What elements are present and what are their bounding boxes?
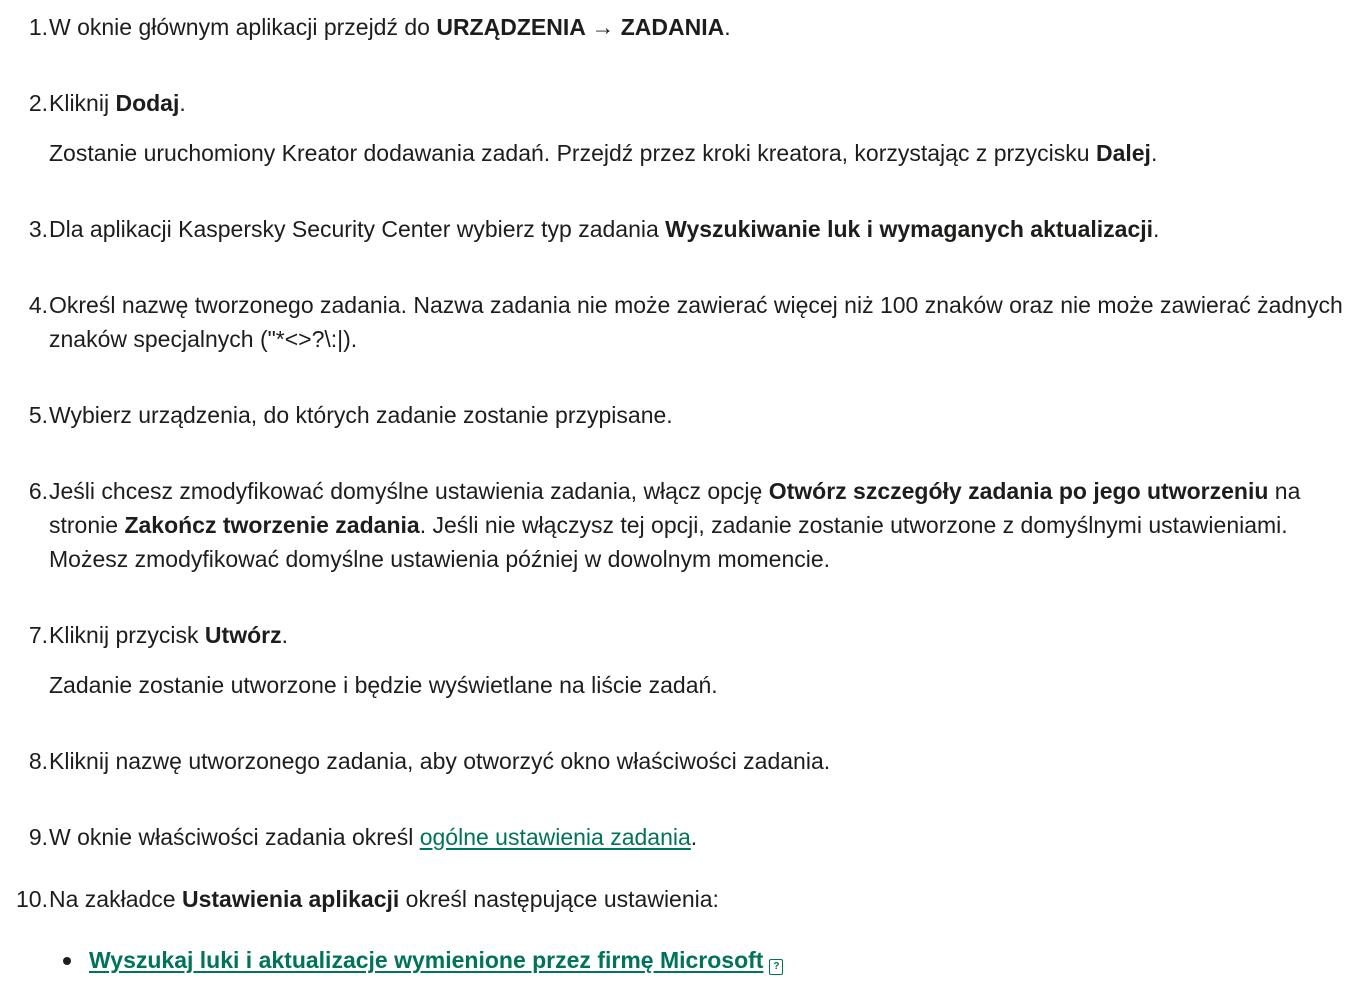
step-note: Zostanie uruchomiony Kreator dodawania z…: [49, 140, 1158, 166]
step-note: Zadanie zostanie utworzone i będzie wyśw…: [49, 672, 718, 698]
document-page: 1. W oknie głównym aplikacji przejdź do …: [0, 0, 1367, 987]
step-4: 4. Określ nazwę tworzonego zadania. Nazw…: [29, 288, 1361, 356]
step-text: W oknie właściwości zadania określ ogóln…: [49, 824, 698, 850]
ui-term: Utwórz: [204, 622, 282, 648]
step-9: 9. W oknie właściwości zadania określ og…: [29, 820, 1361, 854]
tab-name: Ustawienia aplikacji: [181, 886, 400, 912]
step-8: 8. Kliknij nazwę utworzonego zadania, ab…: [29, 744, 1361, 778]
step-number: 9.: [28, 824, 48, 850]
step-number: 5.: [28, 402, 48, 428]
step-number: 8.: [28, 748, 48, 774]
step-number: 3.: [28, 216, 48, 242]
menu-path: URZĄDZENIA → ZADANIA: [436, 14, 725, 40]
step-6: 6. Jeśli chcesz zmodyfikować domyślne us…: [29, 474, 1361, 576]
step-text: W oknie głównym aplikacji przejdź do URZ…: [49, 14, 731, 40]
step-text: Jeśli chcesz zmodyfikować domyślne ustaw…: [49, 478, 1301, 572]
step-text: Kliknij nazwę utworzonego zadania, aby o…: [49, 748, 831, 774]
list-item: Wyszukaj luki i aktualizacje wymienione …: [63, 943, 784, 977]
step-10: 10. Na zakładce Ustawienia aplikacji okr…: [16, 882, 1361, 916]
step-number: 10.: [16, 886, 48, 912]
step-3: 3. Dla aplikacji Kaspersky Security Cent…: [29, 212, 1361, 246]
step-text: Kliknij przycisk Utwórz.: [49, 622, 288, 648]
step-number: 1.: [28, 14, 48, 40]
step-2: 2. Kliknij Dodaj. Zostanie uruchomiony K…: [29, 86, 1361, 170]
ui-term: Dodaj: [115, 90, 180, 116]
bullet-icon: [63, 957, 71, 965]
step-text: Dla aplikacji Kaspersky Security Center …: [49, 216, 1160, 242]
microsoft-updates-link[interactable]: Wyszukaj luki i aktualizacje wymienione …: [89, 947, 763, 973]
step-text: Wybierz urządzenia, do których zadanie z…: [49, 402, 673, 428]
step-number: 2.: [28, 90, 48, 116]
step-number: 4.: [28, 292, 48, 318]
page-name: Zakończ tworzenie zadania: [124, 512, 420, 538]
step-number: 7.: [28, 622, 48, 648]
ui-term: Dalej: [1095, 140, 1151, 166]
general-settings-link[interactable]: ogólne ustawienia zadania: [420, 824, 691, 850]
step-text: Na zakładce Ustawienia aplikacji określ …: [49, 886, 719, 912]
task-type: Wyszukiwanie luk i wymaganych aktualizac…: [665, 216, 1154, 242]
step-number: 6.: [28, 478, 48, 504]
step-text: Kliknij Dodaj.: [49, 90, 186, 116]
step-text: Określ nazwę tworzonego zadania. Nazwa z…: [49, 292, 1343, 352]
help-icon[interactable]: ?: [769, 959, 784, 975]
option-name: Otwórz szczegóły zadania po jego utworze…: [768, 478, 1269, 504]
step-1: 1. W oknie głównym aplikacji przejdź do …: [29, 10, 1361, 44]
step-5: 5. Wybierz urządzenia, do których zadani…: [29, 398, 1361, 432]
step-7: 7. Kliknij przycisk Utwórz. Zadanie zost…: [29, 618, 1361, 702]
